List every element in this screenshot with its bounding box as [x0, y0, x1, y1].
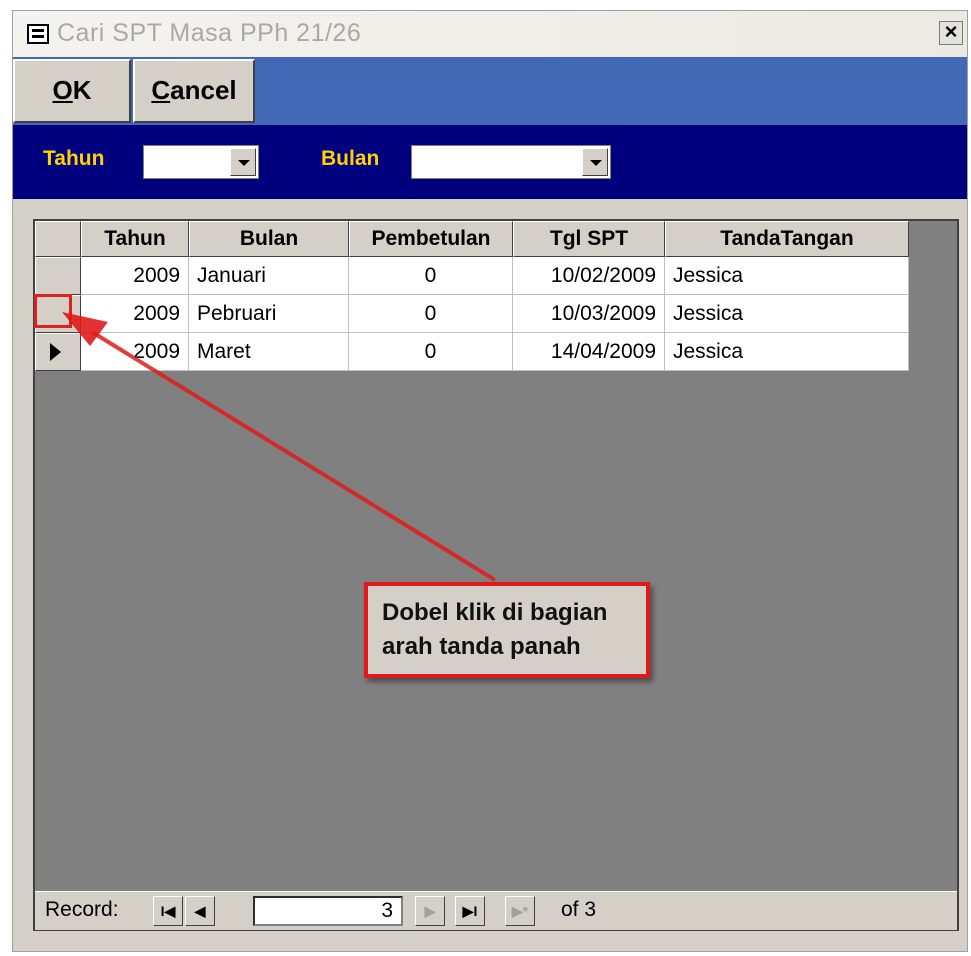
chevron-down-icon[interactable]	[230, 148, 256, 176]
table-cell[interactable]: 10/03/2009	[513, 295, 665, 333]
table-cell[interactable]: Maret	[189, 333, 349, 371]
column-header-tahun[interactable]: Tahun	[81, 221, 189, 257]
table-cell[interactable]: Pebruari	[189, 295, 349, 333]
highlight-box	[34, 294, 72, 328]
toolbar: OK Cancel	[13, 57, 967, 125]
next-record-button[interactable]: ▶	[415, 896, 445, 926]
record-navigation: Record: I◀ ◀ 3 ▶ ▶I ▶* of 3	[35, 891, 957, 930]
column-header-pembetulan[interactable]: Pembetulan	[349, 221, 513, 257]
table-cell[interactable]: 2009	[81, 333, 189, 371]
new-record-button[interactable]: ▶*	[505, 896, 535, 926]
annotation-callout: Dobel klik di bagian arah tanda panah	[364, 582, 650, 678]
bulan-label: Bulan	[321, 147, 380, 170]
table-cell[interactable]: Jessica	[665, 257, 909, 295]
table-cell[interactable]: 2009	[81, 257, 189, 295]
table-cell[interactable]: 2009	[81, 295, 189, 333]
table-cell[interactable]: 0	[349, 257, 513, 295]
filter-bar: Tahun Bulan	[13, 125, 967, 199]
table-cell[interactable]: 0	[349, 333, 513, 371]
first-record-button[interactable]: I◀	[153, 896, 183, 926]
table-cell[interactable]: Jessica	[665, 295, 909, 333]
dialog-window: Cari SPT Masa PPh 21/26 × OK Cancel Tahu…	[12, 10, 968, 952]
table-cell[interactable]: Jessica	[665, 333, 909, 371]
bulan-combo[interactable]	[411, 145, 611, 179]
record-label: Record:	[45, 898, 119, 921]
current-record-input[interactable]: 3	[253, 896, 403, 926]
previous-record-button[interactable]: ◀	[185, 896, 215, 926]
select-all-corner[interactable]	[35, 221, 81, 257]
cancel-button[interactable]: Cancel	[133, 59, 255, 123]
callout-line-1: Dobel klik di bagian	[382, 599, 608, 626]
chevron-down-icon[interactable]	[582, 148, 608, 176]
record-count: of 3	[561, 898, 597, 921]
table-cell[interactable]: 10/02/2009	[513, 257, 665, 295]
close-button[interactable]: ×	[939, 21, 963, 45]
column-header-bulan[interactable]: Bulan	[189, 221, 349, 257]
title-bar: Cari SPT Masa PPh 21/26 ×	[13, 11, 967, 57]
row-selector-current[interactable]	[35, 333, 81, 371]
column-header-tgl-spt[interactable]: Tgl SPT	[513, 221, 665, 257]
column-header-tandatangan[interactable]: TandaTangan	[665, 221, 909, 257]
window-title: Cari SPT Masa PPh 21/26	[57, 19, 362, 47]
table-cell[interactable]: 0	[349, 295, 513, 333]
ok-button[interactable]: OK	[13, 59, 131, 123]
table-cell[interactable]: 14/04/2009	[513, 333, 665, 371]
current-record-icon	[50, 343, 61, 361]
form-icon	[27, 24, 49, 44]
tahun-combo[interactable]	[143, 145, 259, 179]
row-selector[interactable]	[35, 257, 81, 295]
callout-line-2: arah tanda panah	[382, 633, 581, 660]
datasheet: Tahun Bulan Pembetulan Tgl SPT TandaTang…	[33, 219, 959, 931]
last-record-button[interactable]: ▶I	[455, 896, 485, 926]
table-cell[interactable]: Januari	[189, 257, 349, 295]
tahun-label: Tahun	[43, 147, 105, 170]
